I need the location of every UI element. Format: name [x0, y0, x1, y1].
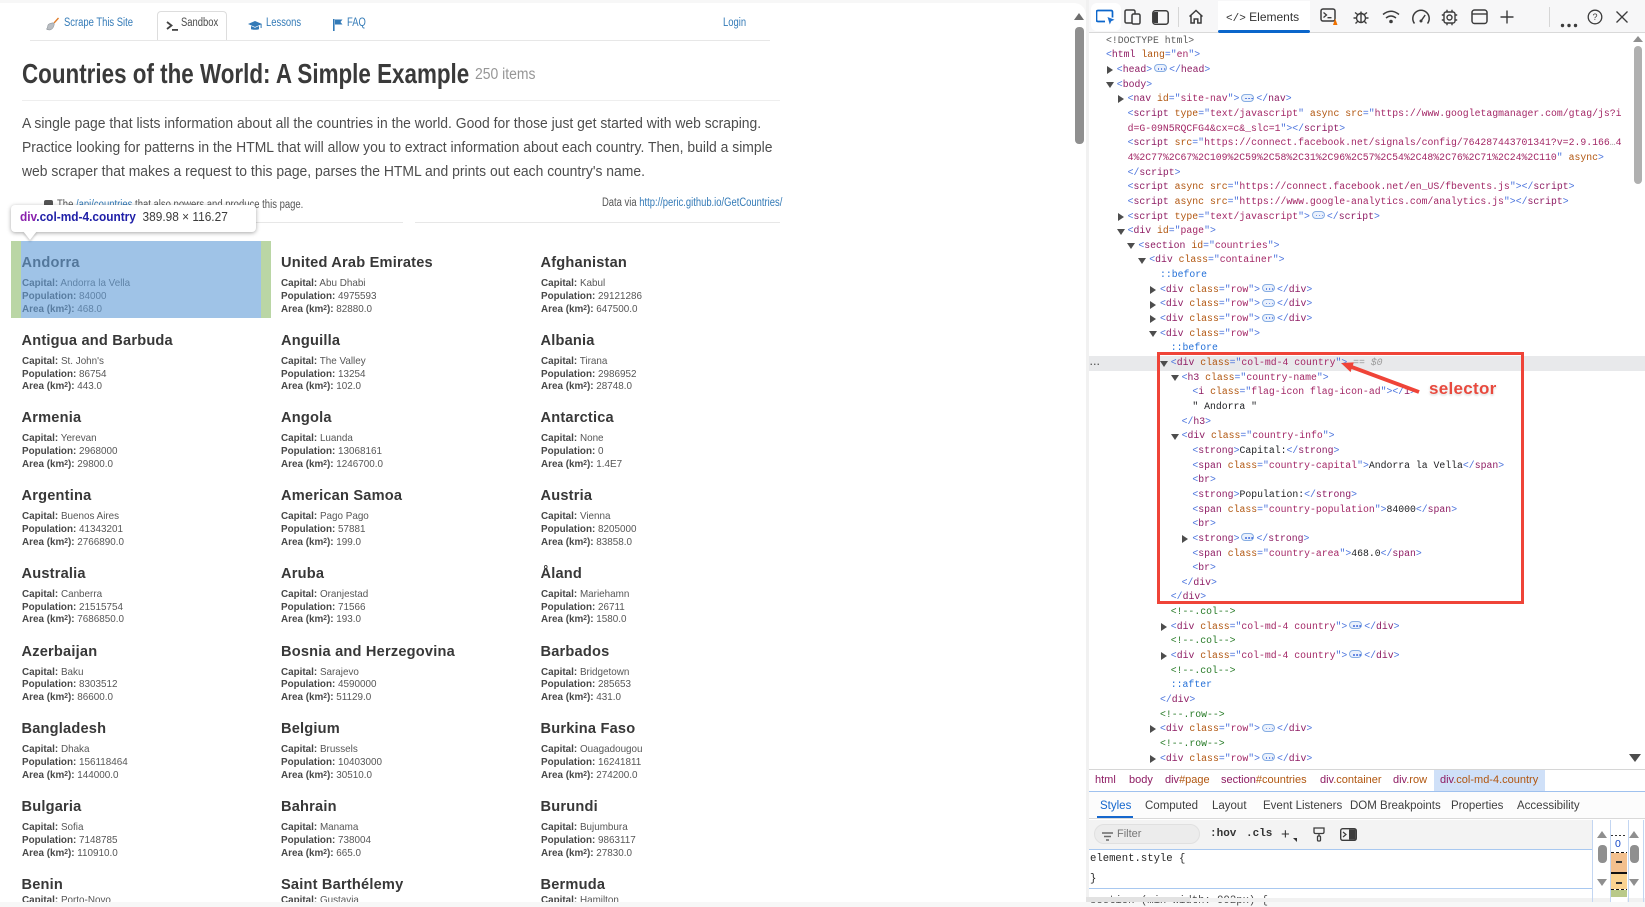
- svg-text:?: ?: [1592, 12, 1597, 22]
